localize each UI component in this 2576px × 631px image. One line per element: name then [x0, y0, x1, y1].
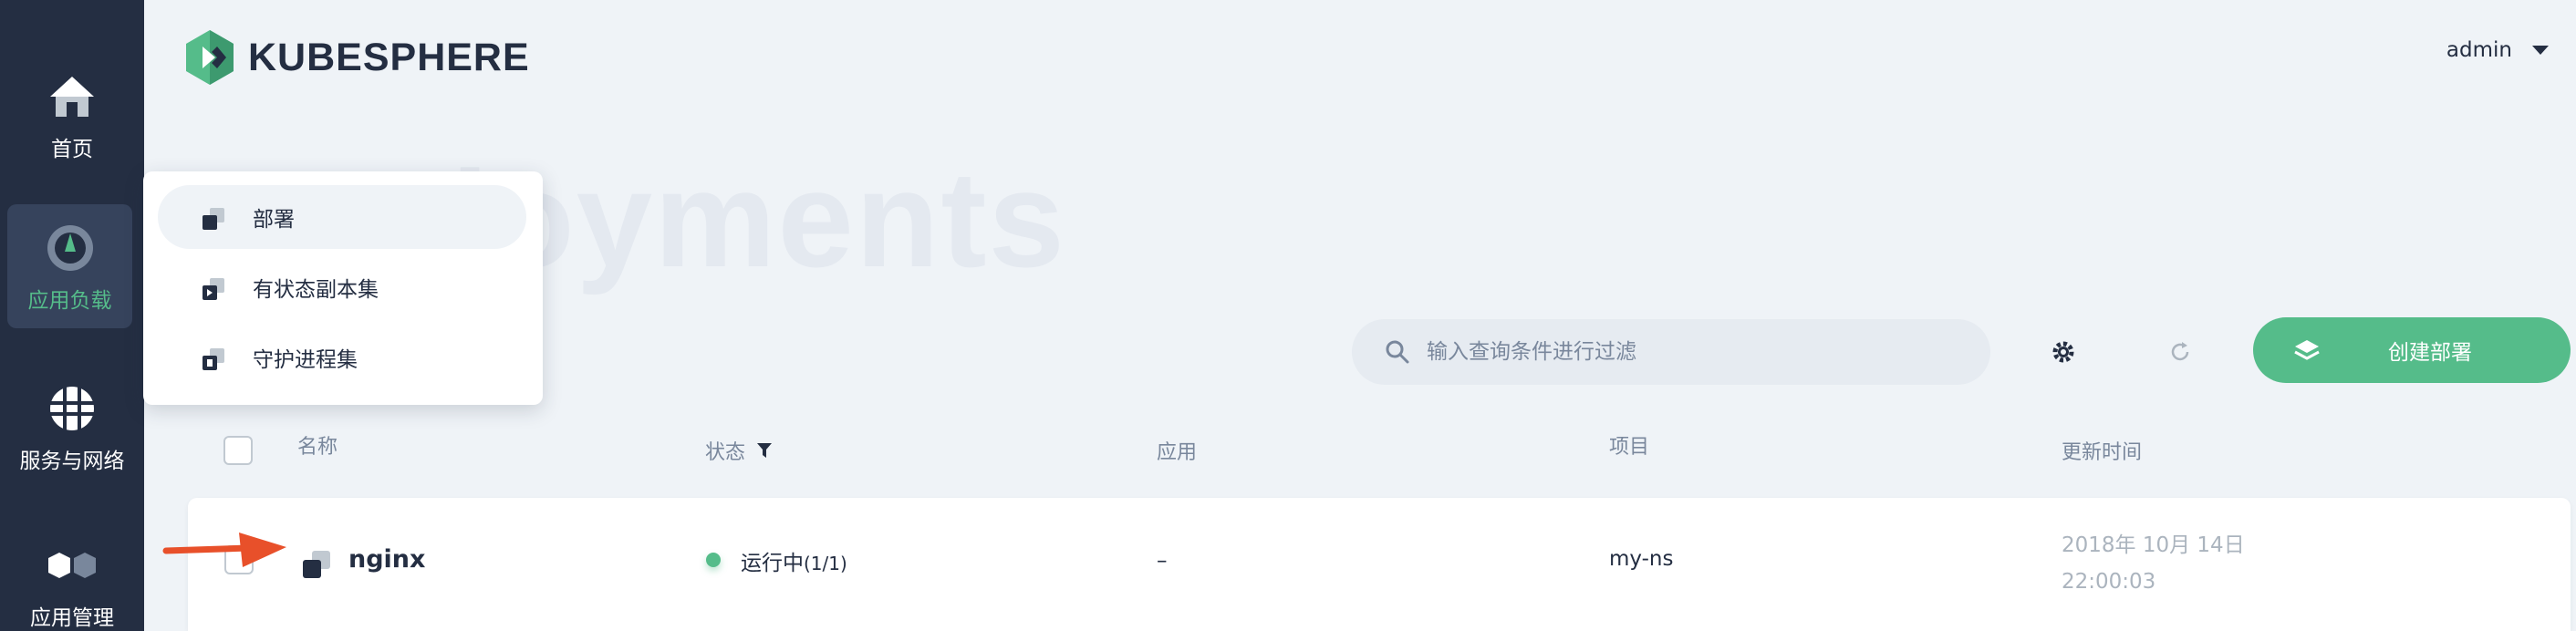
- sidebar-item-workloads[interactable]: 应用负载: [7, 204, 132, 328]
- replica-count: (1/1): [804, 553, 847, 574]
- daemonset-icon: [203, 348, 224, 370]
- create-deployment-button[interactable]: 创建部署: [2253, 317, 2571, 383]
- annotation-arrow-icon: [162, 533, 286, 567]
- network-icon: [50, 387, 94, 430]
- column-header-status-label: 状态: [705, 441, 746, 464]
- sidebar-item-label: 服务与网络: [19, 450, 125, 473]
- menu-item-label: 有状态副本集: [253, 278, 379, 302]
- menu-item-label: 守护进程集: [253, 348, 358, 372]
- search-icon: [1386, 340, 1409, 364]
- sidebar-item-label: 应用负载: [27, 289, 112, 313]
- select-all-checkbox[interactable]: [223, 436, 253, 465]
- home-icon: [50, 77, 94, 117]
- column-header-app[interactable]: 应用: [1157, 436, 1197, 465]
- settings-button[interactable]: [2043, 332, 2083, 372]
- status-dot: [706, 553, 721, 567]
- column-header-status[interactable]: 状态: [705, 436, 773, 465]
- filter-icon[interactable]: [756, 441, 773, 460]
- column-header-project[interactable]: 项目: [1609, 430, 1649, 460]
- column-header-name[interactable]: 名称: [297, 430, 338, 460]
- menu-item-label: 部署: [253, 208, 295, 232]
- app-value: –: [1157, 549, 1168, 573]
- sidebar-item-home[interactable]: 首页: [0, 71, 144, 162]
- deployment-icon: [303, 551, 330, 578]
- app-management-icon: [48, 553, 96, 578]
- updated-time: 2018年 10月 14日 22:00:03: [2062, 527, 2245, 600]
- user-menu[interactable]: admin: [2446, 38, 2549, 62]
- refresh-button[interactable]: [2160, 332, 2200, 372]
- table-row[interactable]: nginx 运行中(1/1) – my-ns 2018年 10月 14日 22:…: [188, 498, 2571, 631]
- statefulset-icon: [203, 278, 224, 300]
- column-header-updated[interactable]: 更新时间: [2062, 436, 2142, 465]
- logo-text: KUBESPHERE: [248, 35, 530, 79]
- search-input[interactable]: [1427, 340, 1937, 364]
- sidebar-item-app-management[interactable]: 应用管理: [0, 540, 144, 631]
- updated-clock: 22:00:03: [2062, 570, 2156, 594]
- sidebar: 首页 应用负载 服务与网络 应用管理: [0, 0, 144, 631]
- kubesphere-logo[interactable]: KUBESPHERE: [184, 27, 530, 88]
- username: admin: [2446, 38, 2512, 62]
- workload-icon: [47, 225, 93, 271]
- layers-icon: [2294, 340, 2320, 360]
- workload-type-dropdown: 部署 有状态副本集 守护进程集: [143, 171, 543, 405]
- gear-icon: [2052, 341, 2074, 363]
- deployment-icon: [203, 208, 224, 230]
- menu-item-deployments[interactable]: 部署: [158, 185, 526, 249]
- refresh-icon: [2171, 342, 2189, 361]
- updated-date: 2018年 10月 14日: [2062, 533, 2245, 557]
- project-value[interactable]: my-ns: [1609, 547, 1673, 571]
- deployment-name-link[interactable]: nginx: [348, 545, 425, 574]
- search-bar[interactable]: [1352, 319, 1990, 385]
- menu-item-statefulsets[interactable]: 有状态副本集: [158, 255, 526, 319]
- status-text: 运行中(1/1): [741, 545, 847, 576]
- create-button-label: 创建部署: [2388, 341, 2472, 365]
- sidebar-item-label: 首页: [51, 138, 93, 161]
- sidebar-item-network[interactable]: 服务与网络: [0, 383, 144, 474]
- menu-item-daemonsets[interactable]: 守护进程集: [158, 326, 526, 389]
- sidebar-item-label: 应用管理: [30, 606, 114, 630]
- kubesphere-logo-icon: [186, 30, 234, 85]
- status-label: 运行中: [741, 552, 804, 575]
- caret-down-icon: [2532, 46, 2549, 55]
